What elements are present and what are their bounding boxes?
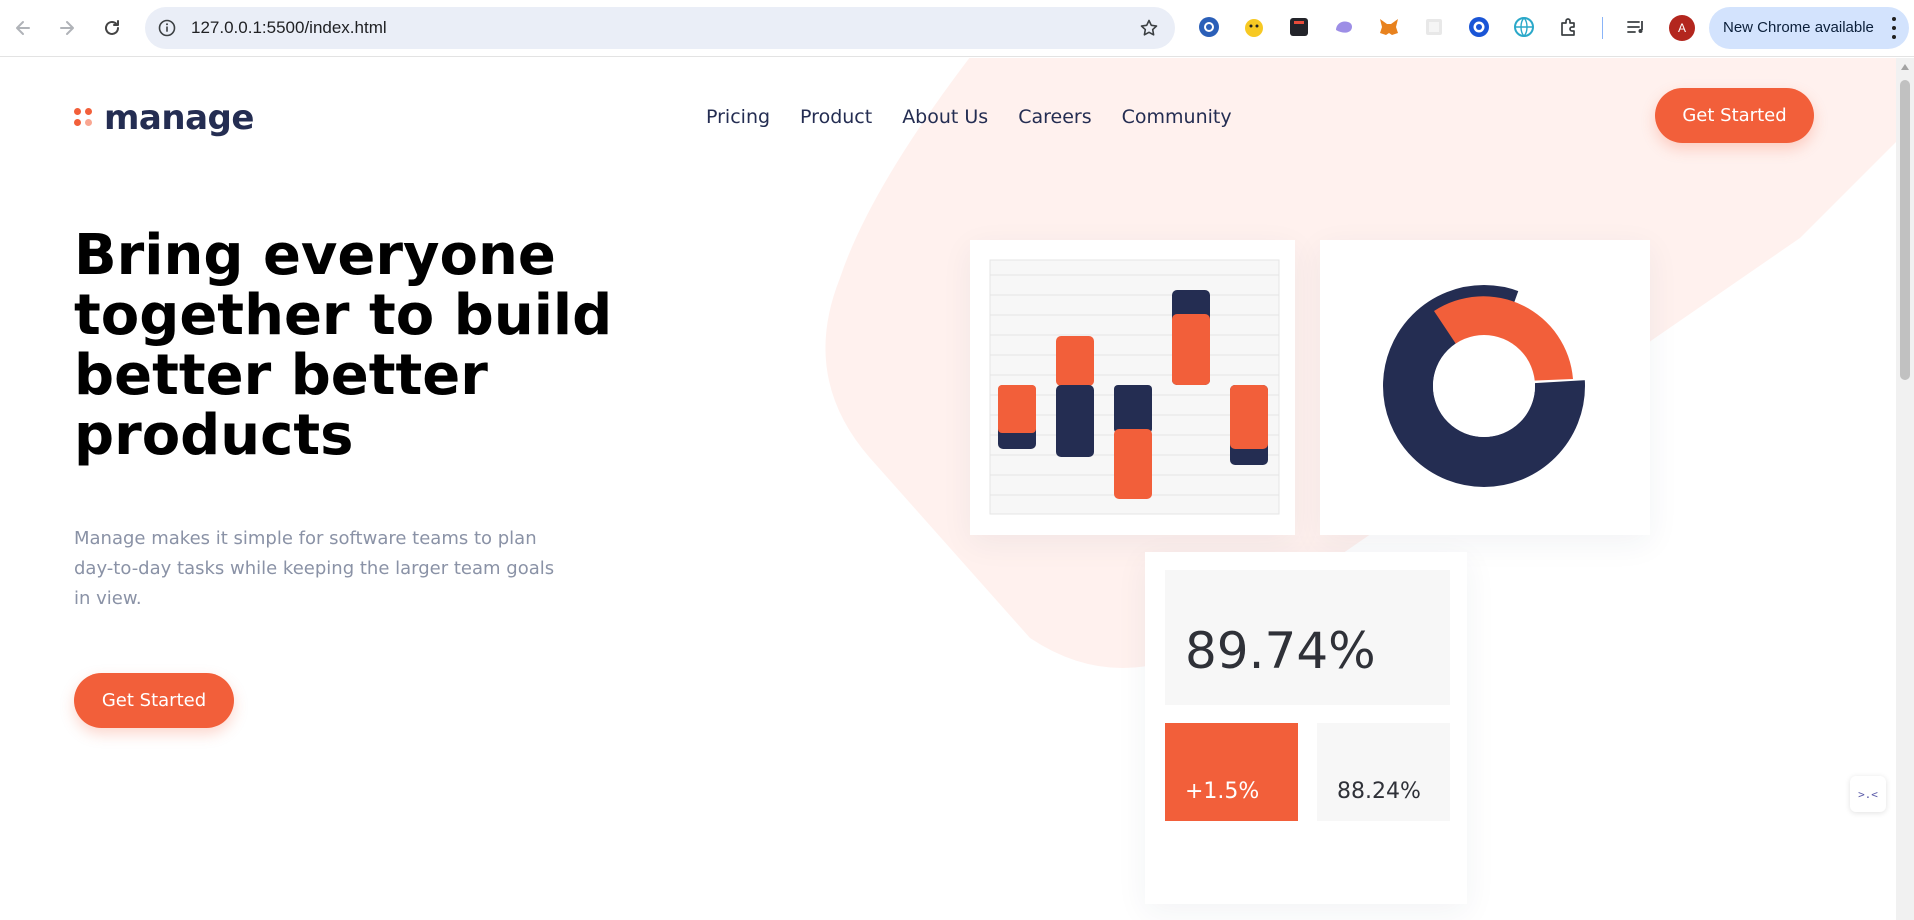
update-label: New Chrome available: [1723, 19, 1874, 36]
nav-pricing[interactable]: Pricing: [706, 106, 770, 128]
hero-subtext: Manage makes it simple for software team…: [74, 528, 555, 609]
profile-avatar[interactable]: A: [1669, 15, 1695, 41]
stat-main-tile: 89.74%: [1165, 570, 1450, 705]
extension-8-icon[interactable]: [1512, 15, 1536, 39]
logo-text: manage: [104, 98, 254, 138]
nav-community[interactable]: Community: [1122, 106, 1232, 128]
hero-headline: Bring everyone together to build better …: [74, 223, 613, 468]
scrollbar-thumb[interactable]: [1900, 80, 1910, 380]
bookmark-star-icon[interactable]: [1137, 16, 1161, 40]
bar-chart-card: [970, 240, 1295, 535]
extension-6-icon[interactable]: [1422, 15, 1446, 39]
logo[interactable]: manage: [74, 98, 254, 138]
nav-careers[interactable]: Careers: [1018, 106, 1091, 128]
stat-change-tile: +1.5%: [1165, 723, 1298, 821]
extension-3-icon[interactable]: [1287, 15, 1311, 39]
chrome-update-button[interactable]: New Chrome available: [1709, 7, 1909, 49]
page-scrollbar[interactable]: [1896, 58, 1914, 920]
site-info-icon[interactable]: [155, 16, 179, 40]
media-control-icon[interactable]: [1624, 15, 1648, 39]
reload-icon[interactable]: [98, 14, 126, 42]
stats-card: 89.74% +1.5% 88.24%: [1145, 552, 1467, 904]
puzzle-icon[interactable]: [1557, 15, 1581, 39]
metamask-icon[interactable]: [1377, 15, 1401, 39]
browser-toolbar: 127.0.0.1:5500/index.html A New Chrome a…: [0, 0, 1914, 57]
main-nav: Pricing Product About Us Careers Communi…: [706, 106, 1232, 128]
stat-secondary-tile: 88.24%: [1317, 723, 1450, 821]
address-bar[interactable]: 127.0.0.1:5500/index.html: [145, 7, 1175, 49]
scroll-up-icon[interactable]: [1901, 64, 1909, 70]
hero-get-started-button[interactable]: Get Started: [74, 673, 234, 728]
donut-chart-illustration: [1383, 242, 1598, 487]
extension-7-icon[interactable]: [1467, 15, 1491, 39]
header-get-started-button[interactable]: Get Started: [1655, 88, 1814, 143]
logo-mark-icon: [74, 108, 94, 128]
nav-product[interactable]: Product: [800, 106, 872, 128]
toolbar-separator: [1602, 17, 1603, 39]
bar-chart-illustration: [989, 259, 1280, 515]
stat-main-value: 89.74%: [1185, 622, 1376, 680]
extension-2-icon[interactable]: [1242, 15, 1266, 39]
page-viewport: manage Pricing Product About Us Careers …: [0, 58, 1914, 920]
donut-chart-card: [1320, 240, 1650, 535]
url-text[interactable]: 127.0.0.1:5500/index.html: [191, 18, 387, 38]
nav-about-us[interactable]: About Us: [902, 106, 988, 128]
extension-4-icon[interactable]: [1332, 15, 1356, 39]
chat-widget-button[interactable]: >.<: [1850, 776, 1886, 812]
extension-1-icon[interactable]: [1197, 15, 1221, 39]
forward-icon[interactable]: [53, 14, 81, 42]
stat-secondary-value: 88.24%: [1337, 779, 1421, 804]
back-icon[interactable]: [9, 14, 37, 42]
more-menu-icon[interactable]: [1891, 17, 1897, 39]
stat-change-value: +1.5%: [1185, 779, 1260, 804]
